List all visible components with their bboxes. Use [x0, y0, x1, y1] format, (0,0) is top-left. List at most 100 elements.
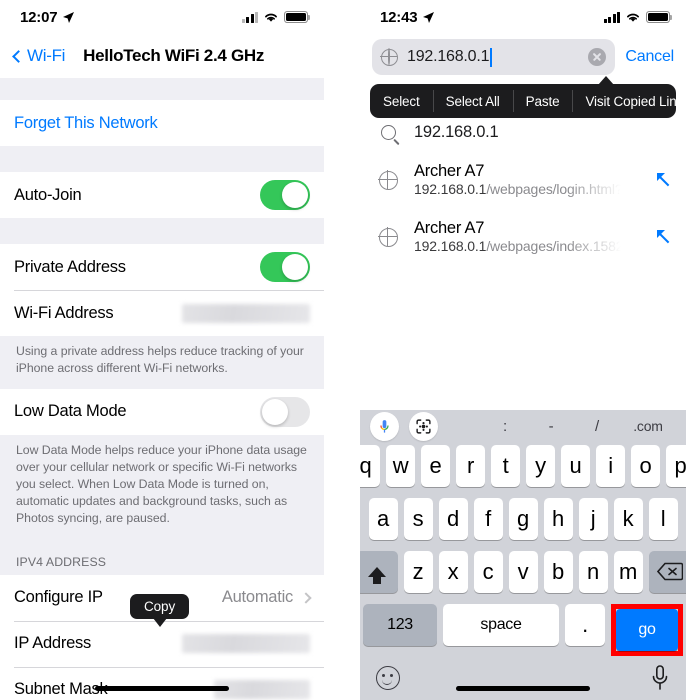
- key-w[interactable]: w: [386, 444, 415, 487]
- home-indicator[interactable]: [456, 686, 590, 691]
- key-o[interactable]: o: [631, 444, 660, 487]
- list-spacer: [0, 218, 324, 244]
- arrow-up-left-icon[interactable]: [656, 172, 674, 190]
- forget-network-row[interactable]: Forget This Network: [0, 100, 324, 146]
- key-z[interactable]: z: [403, 550, 433, 593]
- shift-arrow-icon[interactable]: [360, 550, 398, 593]
- space-key[interactable]: space: [443, 603, 559, 646]
- wifi-address-value-redacted: [182, 303, 310, 323]
- slash-key[interactable]: /: [574, 418, 620, 435]
- colon-key[interactable]: :: [482, 418, 528, 435]
- copy-tooltip[interactable]: Copy: [130, 594, 190, 627]
- low-data-mode-row[interactable]: Low Data Mode: [0, 388, 324, 435]
- text-cursor: [490, 47, 493, 67]
- ip-address-row: IP Address: [0, 620, 324, 667]
- safari-search-bar: 192.168.0.1 Cancel: [360, 34, 686, 85]
- list-item[interactable]: Archer A7 192.168.0.1/webpages/login.htm…: [360, 152, 686, 209]
- suggestion-body: Archer A7 192.168.0.1/webpages/login.htm…: [414, 162, 636, 199]
- low-data-mode-toggle[interactable]: [260, 396, 310, 427]
- key-u[interactable]: u: [561, 444, 590, 487]
- key-a[interactable]: a: [368, 497, 398, 540]
- wifi-icon: [627, 13, 639, 22]
- key-x[interactable]: x: [438, 550, 468, 593]
- key-j[interactable]: j: [578, 497, 608, 540]
- chevron-right-icon: [300, 592, 312, 604]
- key-p[interactable]: p: [666, 444, 686, 487]
- key-n[interactable]: n: [578, 550, 608, 593]
- backspace-icon[interactable]: [648, 550, 686, 593]
- left-nav-bar: Wi-Fi HelloTech WiFi 2.4 GHz: [0, 34, 324, 78]
- key-f[interactable]: f: [473, 497, 503, 540]
- cancel-button[interactable]: Cancel: [625, 48, 674, 66]
- hyphen-key[interactable]: -: [528, 418, 574, 435]
- clear-circle-icon[interactable]: [588, 48, 607, 66]
- arrow-up-left-icon[interactable]: [656, 229, 674, 247]
- period-key[interactable]: .: [565, 603, 605, 646]
- private-address-toggle[interactable]: [260, 252, 310, 282]
- location-arrow-icon: [63, 11, 75, 23]
- private-address-group: Private Address Wi-Fi Address: [0, 244, 324, 336]
- key-l[interactable]: l: [648, 497, 678, 540]
- back-button[interactable]: Wi-Fi: [12, 46, 65, 66]
- suggestion-body: Archer A7 192.168.0.1/webpages/index.158…: [414, 219, 636, 256]
- wifi-address-row: Wi-Fi Address: [0, 290, 324, 336]
- right-phone-panel: 12:43 192.168.0.1 Cancel Select Select A…: [360, 0, 686, 700]
- list-item[interactable]: 192.168.0.1: [360, 113, 686, 152]
- microphone-icon[interactable]: [650, 664, 670, 691]
- globe-icon: [376, 170, 400, 190]
- key-v[interactable]: v: [508, 550, 538, 593]
- cellular-bars-icon: [241, 11, 258, 23]
- low-data-footnote: Low Data Mode helps reduce your iPhone d…: [0, 434, 324, 539]
- key-s[interactable]: s: [403, 497, 433, 540]
- key-h[interactable]: h: [543, 497, 573, 540]
- url-search-field[interactable]: 192.168.0.1: [372, 39, 616, 75]
- url-field-value: 192.168.0.1: [407, 48, 490, 65]
- google-mic-icon[interactable]: [370, 411, 399, 441]
- auto-join-row[interactable]: Auto-Join: [0, 172, 324, 218]
- left-status-bar: 12:07: [0, 0, 324, 34]
- auto-join-label: Auto-Join: [14, 185, 82, 204]
- dotcom-key[interactable]: .com: [620, 418, 676, 434]
- auto-join-toggle[interactable]: [260, 180, 310, 210]
- context-menu-select-all[interactable]: Select All: [432, 84, 513, 118]
- google-lens-icon[interactable]: [409, 411, 438, 441]
- go-key[interactable]: go: [616, 608, 678, 651]
- key-r[interactable]: r: [456, 444, 485, 487]
- emoji-face-icon[interactable]: [376, 665, 400, 690]
- battery-icon: [646, 11, 673, 23]
- key-t[interactable]: t: [491, 444, 520, 487]
- status-time: 12:43: [380, 8, 418, 26]
- key-c[interactable]: c: [473, 550, 503, 593]
- subnet-mask-label: Subnet Mask: [14, 680, 108, 699]
- key-g[interactable]: g: [508, 497, 538, 540]
- private-address-label: Private Address: [14, 257, 126, 276]
- key-y[interactable]: y: [526, 444, 555, 487]
- configure-ip-value-group: Automatic: [222, 588, 312, 607]
- key-b[interactable]: b: [543, 550, 573, 593]
- status-indicators: [603, 11, 673, 23]
- context-menu-visit-copied-link[interactable]: Visit Copied Link: [572, 84, 686, 118]
- context-menu-paste[interactable]: Paste: [512, 84, 573, 118]
- key-m[interactable]: m: [613, 550, 643, 593]
- private-address-row[interactable]: Private Address: [0, 244, 324, 290]
- key-d[interactable]: d: [438, 497, 468, 540]
- ipv4-section-header: IPV4 ADDRESS: [0, 538, 324, 575]
- status-time-group: 12:07: [20, 9, 75, 26]
- key-q[interactable]: q: [360, 444, 380, 487]
- subnet-mask-row: Subnet Mask: [0, 666, 324, 700]
- context-menu-select[interactable]: Select: [370, 84, 433, 118]
- key-e[interactable]: e: [421, 444, 450, 487]
- status-indicators: [241, 11, 311, 23]
- url-fade-overlay: [566, 219, 636, 256]
- right-status-bar: 12:43: [360, 0, 686, 34]
- configure-ip-label: Configure IP: [14, 588, 103, 607]
- globe-icon: [376, 227, 400, 247]
- status-time: 12:07: [20, 8, 58, 26]
- home-indicator[interactable]: [95, 686, 229, 691]
- key-i[interactable]: i: [596, 444, 625, 487]
- key-k[interactable]: k: [613, 497, 643, 540]
- list-item[interactable]: Archer A7 192.168.0.1/webpages/index.158…: [360, 209, 686, 266]
- list-spacer: [0, 146, 324, 172]
- keyboard-row-3: z x c v b n m: [360, 550, 686, 593]
- numbers-key[interactable]: 123: [363, 603, 437, 646]
